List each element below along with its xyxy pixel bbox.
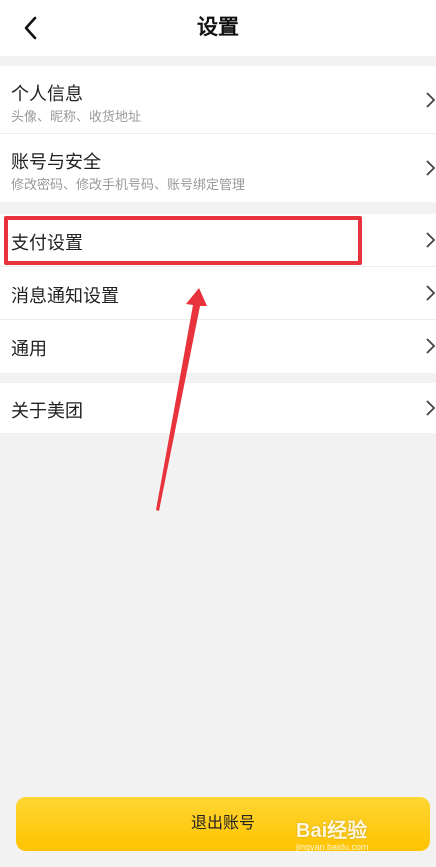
settings-item-about[interactable]: 关于美团	[0, 383, 436, 433]
settings-item-label: 账号与安全	[11, 152, 101, 172]
settings-item-notifications[interactable]: 消息通知设置	[0, 267, 436, 320]
watermark-text: Bai经验	[296, 820, 368, 842]
settings-group-about: 关于美团	[0, 383, 436, 433]
settings-item-label: 消息通知设置	[11, 286, 119, 306]
chevron-right-icon	[426, 285, 436, 301]
settings-item-subtitle: 头像、昵称、收货地址	[11, 109, 142, 124]
settings-item-subtitle: 修改密码、修改手机号码、账号绑定管理	[11, 177, 246, 192]
settings-group-account: 个人信息 头像、昵称、收货地址 账号与安全 修改密码、修改手机号码、账号绑定管理	[0, 66, 436, 202]
settings-item-label: 通用	[11, 339, 47, 359]
settings-item-label: 个人信息	[11, 84, 83, 104]
chevron-right-icon	[426, 160, 436, 176]
top-bar: 设置	[0, 0, 436, 56]
settings-item-general[interactable]: 通用	[0, 320, 436, 373]
settings-item-label: 关于美团	[11, 401, 83, 421]
settings-item-personal-info[interactable]: 个人信息 头像、昵称、收货地址	[0, 66, 436, 134]
settings-item-account-security[interactable]: 账号与安全 修改密码、修改手机号码、账号绑定管理	[0, 134, 436, 202]
chevron-right-icon	[426, 400, 436, 416]
highlight-box	[4, 216, 362, 265]
page-title: 设置	[197, 16, 239, 39]
chevron-right-icon	[426, 338, 436, 354]
baidu-jingyan-watermark: Bai经验 jingyan.baidu.com	[296, 810, 426, 852]
watermark-url: jingyan.baidu.com	[296, 842, 369, 852]
chevron-right-icon	[426, 92, 436, 108]
chevron-right-icon	[426, 232, 436, 248]
